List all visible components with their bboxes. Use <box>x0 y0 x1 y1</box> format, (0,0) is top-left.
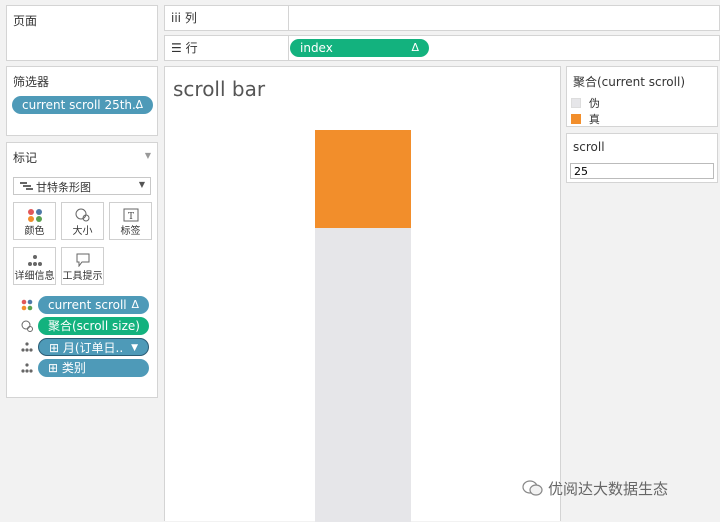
filters-title: 筛选器 <box>13 75 50 89</box>
field-label: ⊞ 类别 <box>48 361 86 375</box>
pages-panel: 页面 <box>6 5 158 61</box>
shelf-divider <box>288 6 289 30</box>
field-pill-current-scroll[interactable]: current scroll Δ <box>38 296 149 314</box>
rows-shelf[interactable]: ☰ 行 index Δ <box>164 35 720 61</box>
color-label: 颜色 <box>24 226 45 237</box>
parameter-panel: scroll <box>566 133 718 183</box>
bar-segment-true[interactable] <box>315 130 411 228</box>
rows-pill-index[interactable]: index Δ <box>290 39 429 57</box>
pages-title: 页面 <box>13 14 38 28</box>
legend-panel: 聚合(current scroll) 伪 真 <box>566 66 718 127</box>
size-button[interactable]: 大小 <box>61 202 104 240</box>
tooltip-label: 工具提示 <box>62 271 103 282</box>
delta-icon: Δ <box>135 98 143 111</box>
legend-label: 真 <box>588 113 600 126</box>
size-label: 大小 <box>72 226 93 237</box>
field-label: ⊞ 月(订单日.. <box>49 341 124 355</box>
svg-text:T: T <box>127 212 133 222</box>
legend-label: 伪 <box>588 97 600 110</box>
marks-panel: 标记 ▼ 甘特条形图 ▼ 颜色 大小 T 标签 详细信息 工具提示 curren… <box>6 142 158 398</box>
scroll-bar-chart <box>315 130 411 522</box>
color-icon <box>21 299 33 311</box>
detail-icon <box>21 342 33 352</box>
detail-icon <box>21 363 33 373</box>
detail-button[interactable]: 详细信息 <box>13 247 56 285</box>
tooltip-icon <box>76 253 89 267</box>
mark-type-dropdown[interactable]: 甘特条形图 ▼ <box>13 177 151 195</box>
text-icon: T <box>123 208 138 222</box>
legend-item[interactable]: 伪 <box>571 95 600 111</box>
parameter-title: scroll <box>573 140 605 154</box>
columns-label: iii 列 <box>171 11 197 25</box>
marks-title: 标记 <box>13 151 38 165</box>
detail-label: 详细信息 <box>14 271 55 282</box>
columns-shelf[interactable]: iii 列 <box>164 5 720 31</box>
color-button[interactable]: 颜色 <box>13 202 56 240</box>
field-label: 聚合(scroll size) <box>48 319 140 333</box>
watermark-text: 优阅达大数据生态 <box>548 480 669 498</box>
label-button[interactable]: T 标签 <box>109 202 152 240</box>
legend-title: 聚合(current scroll) <box>573 75 685 89</box>
field-pill-scroll-size[interactable]: 聚合(scroll size) <box>38 317 149 335</box>
pill-label: index <box>300 41 333 55</box>
gantt-icon <box>20 182 33 190</box>
filters-panel: 筛选器 current scroll 25th.. Δ <box>6 66 158 136</box>
legend-item[interactable]: 真 <box>571 111 600 127</box>
delta-icon: Δ <box>131 298 139 311</box>
view-area: scroll bar <box>164 66 561 522</box>
legend-swatch <box>571 114 581 124</box>
scroll-parameter-input[interactable] <box>570 163 714 179</box>
color-icon <box>27 209 42 222</box>
tooltip-button[interactable]: 工具提示 <box>61 247 104 285</box>
size-icon <box>21 320 33 332</box>
watermark: 优阅达大数据生态 <box>522 478 668 499</box>
bar-segment-false[interactable] <box>315 228 411 522</box>
chevron-down-icon[interactable]: ▼ <box>131 339 138 357</box>
field-label: current scroll <box>48 298 127 312</box>
chevron-down-icon: ▼ <box>138 180 145 189</box>
delta-icon: Δ <box>411 41 419 54</box>
filter-pill-current-scroll[interactable]: current scroll 25th.. Δ <box>12 96 153 114</box>
shelf-divider <box>288 36 289 60</box>
field-pill-category[interactable]: ⊞ 类别 <box>38 359 149 377</box>
detail-icon <box>27 255 42 266</box>
size-icon <box>75 208 89 222</box>
rows-label: ☰ 行 <box>171 41 198 55</box>
wechat-icon <box>522 480 543 496</box>
legend-swatch <box>571 98 581 108</box>
field-pill-order-month[interactable]: ⊞ 月(订单日.. ▼ <box>38 338 149 356</box>
mark-type-label: 甘特条形图 <box>36 181 91 194</box>
collapse-icon[interactable]: ▼ <box>145 151 151 160</box>
filter-pill-label: current scroll 25th.. <box>22 98 140 112</box>
label-label: 标签 <box>120 226 141 237</box>
